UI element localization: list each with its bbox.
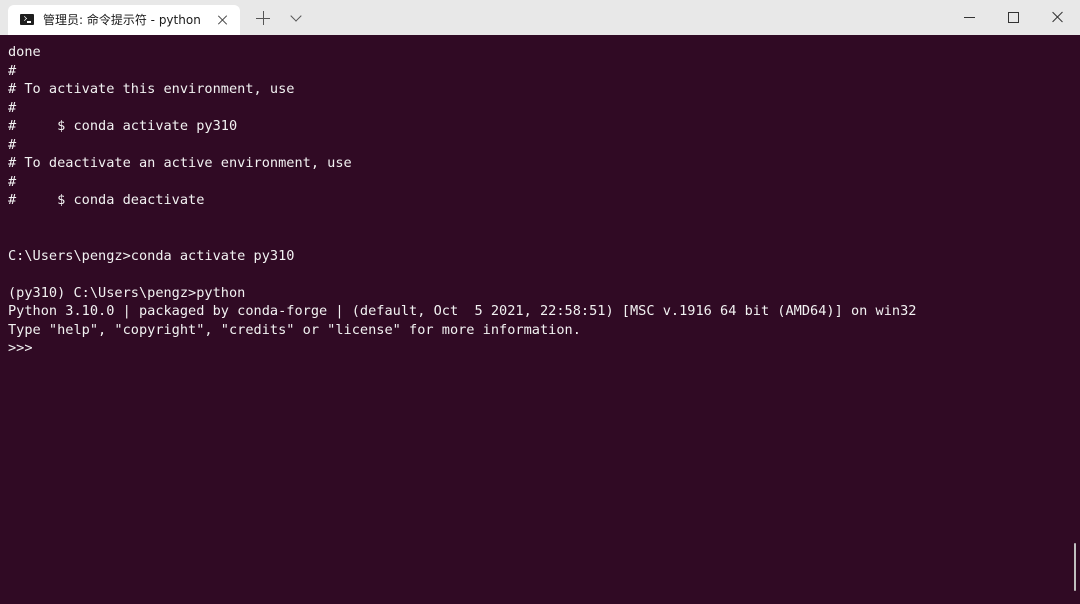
scrollbar-thumb[interactable] [1074,543,1076,591]
terminal-line: done [8,44,41,60]
terminal-icon [20,14,34,25]
close-tab-icon[interactable] [216,13,230,27]
terminal-line: # To activate this environment, use [8,81,295,97]
maximize-button[interactable] [990,0,1036,35]
chevron-down-icon[interactable] [290,12,302,24]
close-window-button[interactable] [1034,0,1080,35]
terminal-line: # $ conda deactivate [8,192,205,208]
terminal-line: # [8,173,17,190]
tab-command-prompt[interactable]: 管理员: 命令提示符 - python [8,5,240,35]
minimize-button[interactable] [946,0,992,35]
terminal-line: # [8,99,17,116]
terminal-lines: done # # To activate this environment, use… [8,43,916,358]
terminal-line: (py310) C:\Users\pengz>python [8,284,246,301]
terminal-line: Python 3.10.0 | packaged by conda-forge … [8,303,917,319]
title-bar[interactable]: 管理员: 命令提示符 - python [0,0,1080,35]
plus-icon[interactable] [256,11,270,25]
terminal-window: 管理员: 命令提示符 - python done # # To activate t… [0,0,1080,604]
tab-title: 管理员: 命令提示符 - python [43,13,201,27]
terminal-line: # [8,62,17,79]
terminal-line: # To deactivate an active environment, u… [8,155,352,171]
terminal-line: C:\Users\pengz>conda activate py310 [8,247,295,264]
terminal-line: # [8,136,17,153]
terminal-line: # $ conda activate py310 [8,118,238,134]
terminal-output[interactable]: done # # To activate this environment, use… [0,35,1080,604]
terminal-line: >>> [8,340,33,356]
terminal-line: Type "help", "copyright", "credits" or "… [8,321,581,338]
